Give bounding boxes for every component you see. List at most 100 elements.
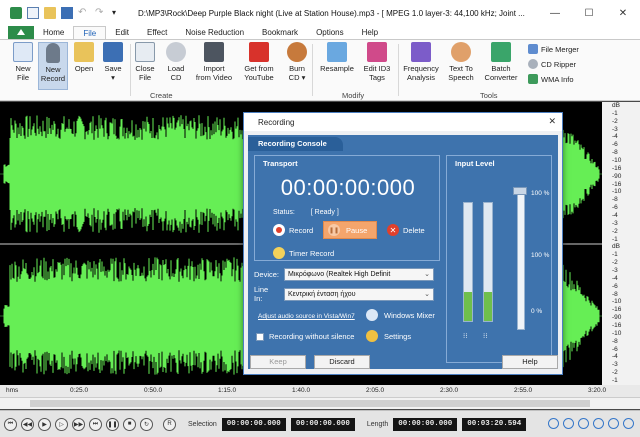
wma-info-button[interactable]: WMA Info bbox=[528, 74, 574, 84]
minimize-button[interactable]: — bbox=[538, 0, 572, 26]
selection-end-time[interactable]: 00:00:00.000 bbox=[290, 417, 355, 431]
zoom-vertical-in-icon[interactable] bbox=[608, 418, 619, 429]
input-volume-slider[interactable] bbox=[517, 190, 525, 330]
windows-mixer-button[interactable]: Windows Mixer bbox=[366, 309, 435, 321]
film-icon bbox=[204, 42, 224, 62]
app-icon bbox=[10, 7, 22, 19]
timer-record-button[interactable]: Timer Record bbox=[273, 247, 334, 259]
zoom-out-icon[interactable] bbox=[563, 418, 574, 429]
scrollbar-thumb[interactable] bbox=[30, 400, 590, 407]
delete-button[interactable]: ✕ Delete bbox=[387, 224, 425, 236]
selection-start-time[interactable]: 00:00:00.000 bbox=[221, 417, 286, 431]
play-selection-icon[interactable]: ▷ bbox=[55, 417, 68, 431]
time-ruler: hms 0:25.0 0:50.0 1:15.0 1:40.0 2:05.0 2:30.0 2… bbox=[0, 385, 640, 397]
load-cd-button[interactable]: Load CD bbox=[162, 42, 190, 82]
maximize-button[interactable]: ☐ bbox=[572, 0, 606, 26]
new-record-button[interactable]: New Record bbox=[38, 42, 68, 90]
new-file-icon[interactable] bbox=[27, 7, 39, 19]
zoom-selection-icon[interactable] bbox=[578, 418, 589, 429]
forward-end-icon[interactable]: ⏭ bbox=[89, 417, 102, 431]
db-scale-label: dB bbox=[612, 102, 620, 109]
dialog-close-icon[interactable]: ✕ bbox=[548, 116, 556, 127]
edit-id3-tags-button[interactable]: Edit ID3 Tags bbox=[360, 42, 394, 82]
recording-dialog: Recording ✕ Recording Console Transport … bbox=[243, 112, 563, 375]
open-button[interactable]: Open bbox=[70, 42, 98, 73]
stop-icon[interactable]: ■ bbox=[123, 417, 136, 431]
time-ruler-label: 1:40.0 bbox=[292, 387, 311, 394]
adjust-audio-source-link[interactable]: Adjust audio source in Vista/Win7 bbox=[258, 313, 355, 320]
text-to-speech-button[interactable]: Text To Speech bbox=[445, 42, 477, 82]
title-bar: ↶ ↷ ▾ D:\MP3\Rock\Deep Purple Black nigh… bbox=[0, 0, 640, 26]
cd-ripper-button[interactable]: CD Ripper bbox=[528, 59, 576, 69]
open-folder-icon[interactable] bbox=[44, 7, 56, 19]
db-scale-label: -10 bbox=[612, 157, 622, 164]
tab-file[interactable]: File bbox=[73, 26, 107, 39]
tab-bookmark[interactable]: Bookmark bbox=[253, 26, 307, 39]
tab-edit[interactable]: Edit bbox=[106, 26, 138, 39]
recording-clock: 00:00:00:000 bbox=[280, 175, 416, 200]
time-ruler-label: 0:25.0 bbox=[70, 387, 89, 394]
new-file-button[interactable]: New File bbox=[8, 42, 38, 82]
settings-button[interactable]: Settings bbox=[366, 330, 411, 342]
device-row: Device: Μικρόφωνο (Realtek High Definit … bbox=[254, 268, 434, 281]
loop-icon[interactable]: ↻ bbox=[140, 417, 153, 431]
open-folder-icon bbox=[74, 42, 94, 62]
db-scale-label: -2 bbox=[612, 228, 618, 235]
horizontal-scrollbar[interactable] bbox=[0, 397, 640, 409]
ribbon-separator bbox=[398, 44, 399, 96]
wma-info-label: WMA Info bbox=[541, 74, 574, 84]
pause-label: Pause bbox=[346, 225, 368, 235]
input-level-label: Input Level bbox=[455, 159, 495, 168]
line-in-select[interactable]: Κεντρική ένταση ήχου ⌄ bbox=[284, 287, 434, 301]
dialog-title-bar[interactable]: Recording ✕ bbox=[244, 113, 562, 131]
forward-icon[interactable]: ▶▶ bbox=[72, 417, 85, 431]
db-scale-label: -10 bbox=[612, 330, 622, 337]
redo-icon[interactable]: ↷ bbox=[95, 7, 107, 19]
length-end-time[interactable]: 00:03:20.594 bbox=[462, 417, 527, 431]
get-from-youtube-label: Get from YouTube bbox=[244, 64, 274, 82]
frequency-analysis-button[interactable]: Frequency Analysis bbox=[402, 42, 440, 82]
rewind-icon[interactable]: ◀◀ bbox=[21, 417, 34, 431]
tab-noise-reduction[interactable]: Noise Reduction bbox=[176, 26, 253, 39]
burn-cd-button[interactable]: Burn CD ▾ bbox=[285, 42, 309, 82]
app-menu-button[interactable] bbox=[8, 26, 34, 39]
batch-converter-button[interactable]: Batch Converter bbox=[482, 42, 520, 82]
tab-help[interactable]: Help bbox=[353, 26, 387, 39]
db-scale-label: dB bbox=[612, 243, 620, 250]
record-icon[interactable]: R bbox=[163, 417, 176, 431]
device-select[interactable]: Μικρόφωνο (Realtek High Definit ⌄ bbox=[284, 268, 434, 281]
input-volume-slider-knob[interactable] bbox=[513, 187, 527, 195]
pct-mid-label: 100 % bbox=[531, 252, 550, 259]
tab-effect[interactable]: Effect bbox=[138, 26, 176, 39]
undo-icon[interactable]: ↶ bbox=[78, 7, 90, 19]
file-merger-button[interactable]: File Merger bbox=[528, 44, 579, 54]
recording-without-silence-option[interactable]: Recording without silence bbox=[256, 332, 354, 341]
transport-panel: Transport 00:00:00:000 Status: [ Ready ]… bbox=[254, 155, 440, 261]
recording-without-silence-checkbox[interactable] bbox=[256, 332, 264, 341]
record-button[interactable]: Record bbox=[273, 224, 313, 236]
close-button[interactable]: ✕ bbox=[606, 0, 640, 26]
zoom-in-icon[interactable] bbox=[548, 418, 559, 429]
rewind-start-icon[interactable]: ⏮ bbox=[4, 417, 17, 431]
zoom-vertical-out-icon[interactable] bbox=[623, 418, 634, 429]
tab-options[interactable]: Options bbox=[307, 26, 353, 39]
length-start-time[interactable]: 00:00:00.000 bbox=[393, 417, 458, 431]
tab-home[interactable]: Home bbox=[34, 26, 73, 39]
record-icon bbox=[273, 224, 285, 236]
save-button[interactable]: Save ▾ bbox=[100, 42, 126, 82]
close-file-button[interactable]: Close File bbox=[132, 42, 158, 82]
db-scale-label: -16 bbox=[612, 306, 622, 313]
play-icon[interactable]: ▶ bbox=[38, 417, 51, 431]
resample-button[interactable]: Resample bbox=[318, 42, 356, 73]
keep-button[interactable]: Keep bbox=[250, 355, 306, 369]
pause-icon[interactable]: ❚❚ bbox=[106, 417, 119, 431]
help-button[interactable]: Help bbox=[502, 355, 558, 369]
console-tab[interactable]: Recording Console bbox=[248, 137, 343, 151]
get-from-youtube-button[interactable]: Get from YouTube bbox=[240, 42, 278, 82]
discard-button[interactable]: Discard bbox=[314, 355, 370, 369]
quick-access-dropdown-icon[interactable]: ▾ bbox=[112, 7, 124, 19]
import-from-video-button[interactable]: Import from Video bbox=[194, 42, 234, 82]
pause-button[interactable]: ❚❚ Pause bbox=[323, 221, 377, 239]
zoom-all-icon[interactable] bbox=[593, 418, 604, 429]
save-icon[interactable] bbox=[61, 7, 73, 19]
